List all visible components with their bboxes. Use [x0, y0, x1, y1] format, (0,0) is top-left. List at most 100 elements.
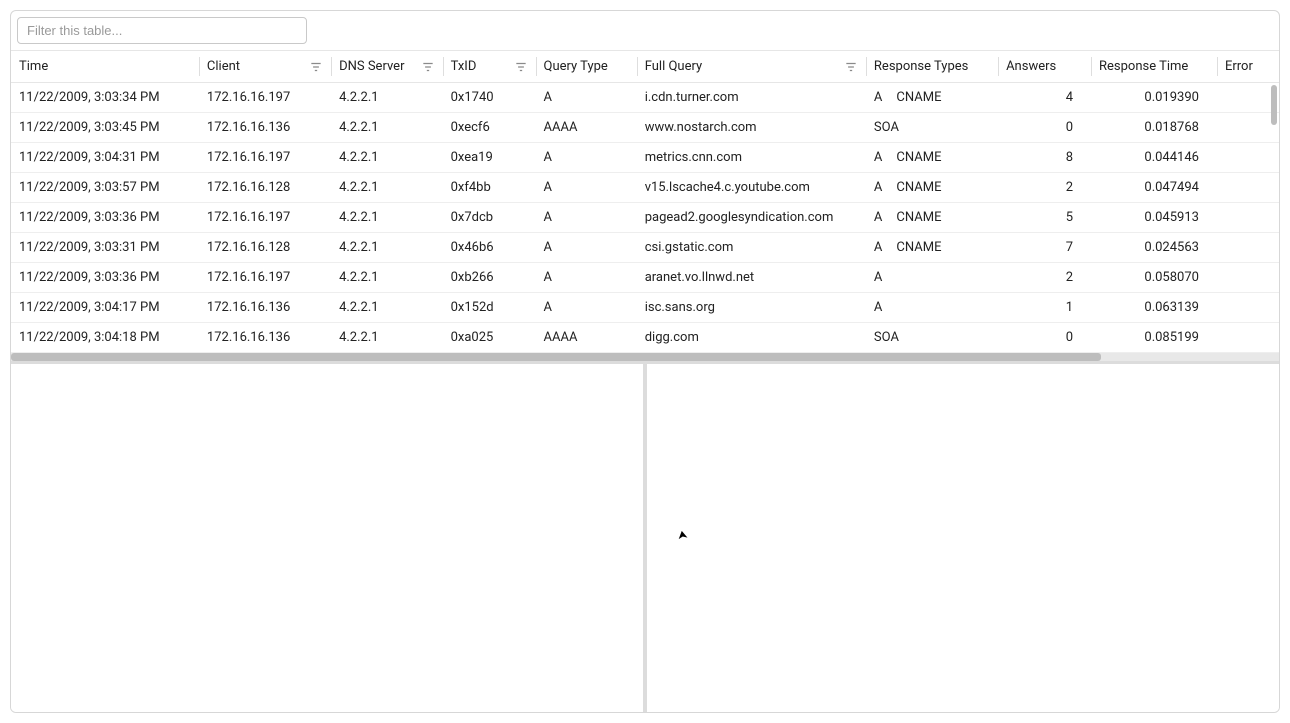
- cell-rtime: 0.058070: [1091, 263, 1217, 293]
- cell-server: 4.2.2.1: [331, 263, 443, 293]
- cell-server: 4.2.2.1: [331, 233, 443, 263]
- cell-rtime: 0.018768: [1091, 113, 1217, 143]
- cell-error: [1217, 203, 1279, 233]
- cell-query: metrics.cnn.com: [637, 143, 866, 173]
- cell-qtype: A: [536, 83, 637, 113]
- table-row[interactable]: 11/22/2009, 3:03:36 PM172.16.16.1974.2.2…: [11, 203, 1279, 233]
- column-header-client[interactable]: Client: [199, 51, 331, 83]
- cell-time: 11/22/2009, 3:04:17 PM: [11, 293, 199, 323]
- filter-icon[interactable]: [844, 60, 858, 74]
- table-row[interactable]: 11/22/2009, 3:03:45 PM172.16.16.1364.2.2…: [11, 113, 1279, 143]
- cell-time: 11/22/2009, 3:03:36 PM: [11, 263, 199, 293]
- cell-query: csi.gstatic.com: [637, 233, 866, 263]
- column-label: Full Query: [645, 59, 702, 74]
- cell-rtime: 0.024563: [1091, 233, 1217, 263]
- cell-error: [1217, 143, 1279, 173]
- filter-icon[interactable]: [514, 60, 528, 74]
- cell-rtime: 0.045913: [1091, 203, 1217, 233]
- table-row[interactable]: 11/22/2009, 3:04:31 PM172.16.16.1974.2.2…: [11, 143, 1279, 173]
- column-header-resp[interactable]: Response Types: [866, 51, 998, 83]
- column-header-rtime[interactable]: Response Time: [1091, 51, 1217, 83]
- cell-client: 172.16.16.128: [199, 233, 331, 263]
- cell-qtype: A: [536, 143, 637, 173]
- cell-answers: 2: [998, 173, 1091, 203]
- cell-query: v15.lscache4.c.youtube.com: [637, 173, 866, 203]
- cell-resp: ACNAME: [866, 83, 998, 113]
- cell-time: 11/22/2009, 3:04:18 PM: [11, 323, 199, 353]
- cell-answers: 0: [998, 323, 1091, 353]
- cell-error: [1217, 293, 1279, 323]
- details-pane: ➤: [11, 361, 1279, 712]
- column-header-answers[interactable]: Answers: [998, 51, 1091, 83]
- cell-resp: SOA: [866, 113, 998, 143]
- cell-server: 4.2.2.1: [331, 173, 443, 203]
- cell-qtype: A: [536, 293, 637, 323]
- table-row[interactable]: 11/22/2009, 3:04:18 PM172.16.16.1364.2.2…: [11, 323, 1279, 353]
- cell-client: 172.16.16.197: [199, 203, 331, 233]
- cell-txid: 0x7dcb: [443, 203, 536, 233]
- column-label: Response Types: [874, 59, 968, 74]
- column-header-error[interactable]: Error: [1217, 51, 1279, 83]
- cell-client: 172.16.16.197: [199, 143, 331, 173]
- cell-server: 4.2.2.1: [331, 293, 443, 323]
- cell-rtime: 0.019390: [1091, 83, 1217, 113]
- cell-rtime: 0.085199: [1091, 323, 1217, 353]
- cell-txid: 0xb266: [443, 263, 536, 293]
- column-header-qtype[interactable]: Query Type: [536, 51, 637, 83]
- cell-resp: A: [866, 263, 998, 293]
- cell-error: [1217, 173, 1279, 203]
- cell-resp: ACNAME: [866, 173, 998, 203]
- column-label: TxID: [451, 59, 477, 74]
- cell-txid: 0xea19: [443, 143, 536, 173]
- column-label: Client: [207, 59, 240, 74]
- cell-error: [1217, 83, 1279, 113]
- column-label: DNS Server: [339, 59, 404, 74]
- cell-qtype: A: [536, 203, 637, 233]
- table-row[interactable]: 11/22/2009, 3:04:17 PM172.16.16.1364.2.2…: [11, 293, 1279, 323]
- column-label: Time: [19, 59, 48, 74]
- column-header-txid[interactable]: TxID: [443, 51, 536, 83]
- cell-error: [1217, 233, 1279, 263]
- cell-query: digg.com: [637, 323, 866, 353]
- cell-qtype: A: [536, 263, 637, 293]
- column-header-query[interactable]: Full Query: [637, 51, 866, 83]
- column-header-time[interactable]: Time: [11, 51, 199, 83]
- cell-error: [1217, 263, 1279, 293]
- vertical-scrollbar[interactable]: [1271, 85, 1277, 125]
- cell-rtime: 0.063139: [1091, 293, 1217, 323]
- cell-query: isc.sans.org: [637, 293, 866, 323]
- column-label: Query Type: [544, 59, 608, 74]
- cell-server: 4.2.2.1: [331, 83, 443, 113]
- cell-server: 4.2.2.1: [331, 323, 443, 353]
- cell-resp: SOA: [866, 323, 998, 353]
- cell-server: 4.2.2.1: [331, 113, 443, 143]
- filter-input[interactable]: [17, 17, 307, 44]
- cell-rtime: 0.047494: [1091, 173, 1217, 203]
- cell-server: 4.2.2.1: [331, 203, 443, 233]
- cell-resp: ACNAME: [866, 203, 998, 233]
- cell-client: 172.16.16.136: [199, 113, 331, 143]
- filter-icon[interactable]: [309, 60, 323, 74]
- cell-client: 172.16.16.128: [199, 173, 331, 203]
- cell-time: 11/22/2009, 3:03:34 PM: [11, 83, 199, 113]
- horizontal-scrollbar[interactable]: [11, 353, 1279, 361]
- cell-query: www.nostarch.com: [637, 113, 866, 143]
- table-row[interactable]: 11/22/2009, 3:03:36 PM172.16.16.1974.2.2…: [11, 263, 1279, 293]
- column-header-server[interactable]: DNS Server: [331, 51, 443, 83]
- cell-answers: 0: [998, 113, 1091, 143]
- cell-client: 172.16.16.197: [199, 83, 331, 113]
- cell-rtime: 0.044146: [1091, 143, 1217, 173]
- cell-time: 11/22/2009, 3:03:31 PM: [11, 233, 199, 263]
- filter-icon[interactable]: [421, 60, 435, 74]
- cell-qtype: A: [536, 173, 637, 203]
- column-label: Response Time: [1099, 59, 1188, 74]
- cell-resp: A: [866, 293, 998, 323]
- cell-server: 4.2.2.1: [331, 143, 443, 173]
- cell-txid: 0xecf6: [443, 113, 536, 143]
- table-row[interactable]: 11/22/2009, 3:03:34 PM172.16.16.1974.2.2…: [11, 83, 1279, 113]
- table-row[interactable]: 11/22/2009, 3:03:57 PM172.16.16.1284.2.2…: [11, 173, 1279, 203]
- cell-answers: 7: [998, 233, 1091, 263]
- table-row[interactable]: 11/22/2009, 3:03:31 PM172.16.16.1284.2.2…: [11, 233, 1279, 263]
- cell-resp: ACNAME: [866, 143, 998, 173]
- cell-qtype: AAAA: [536, 113, 637, 143]
